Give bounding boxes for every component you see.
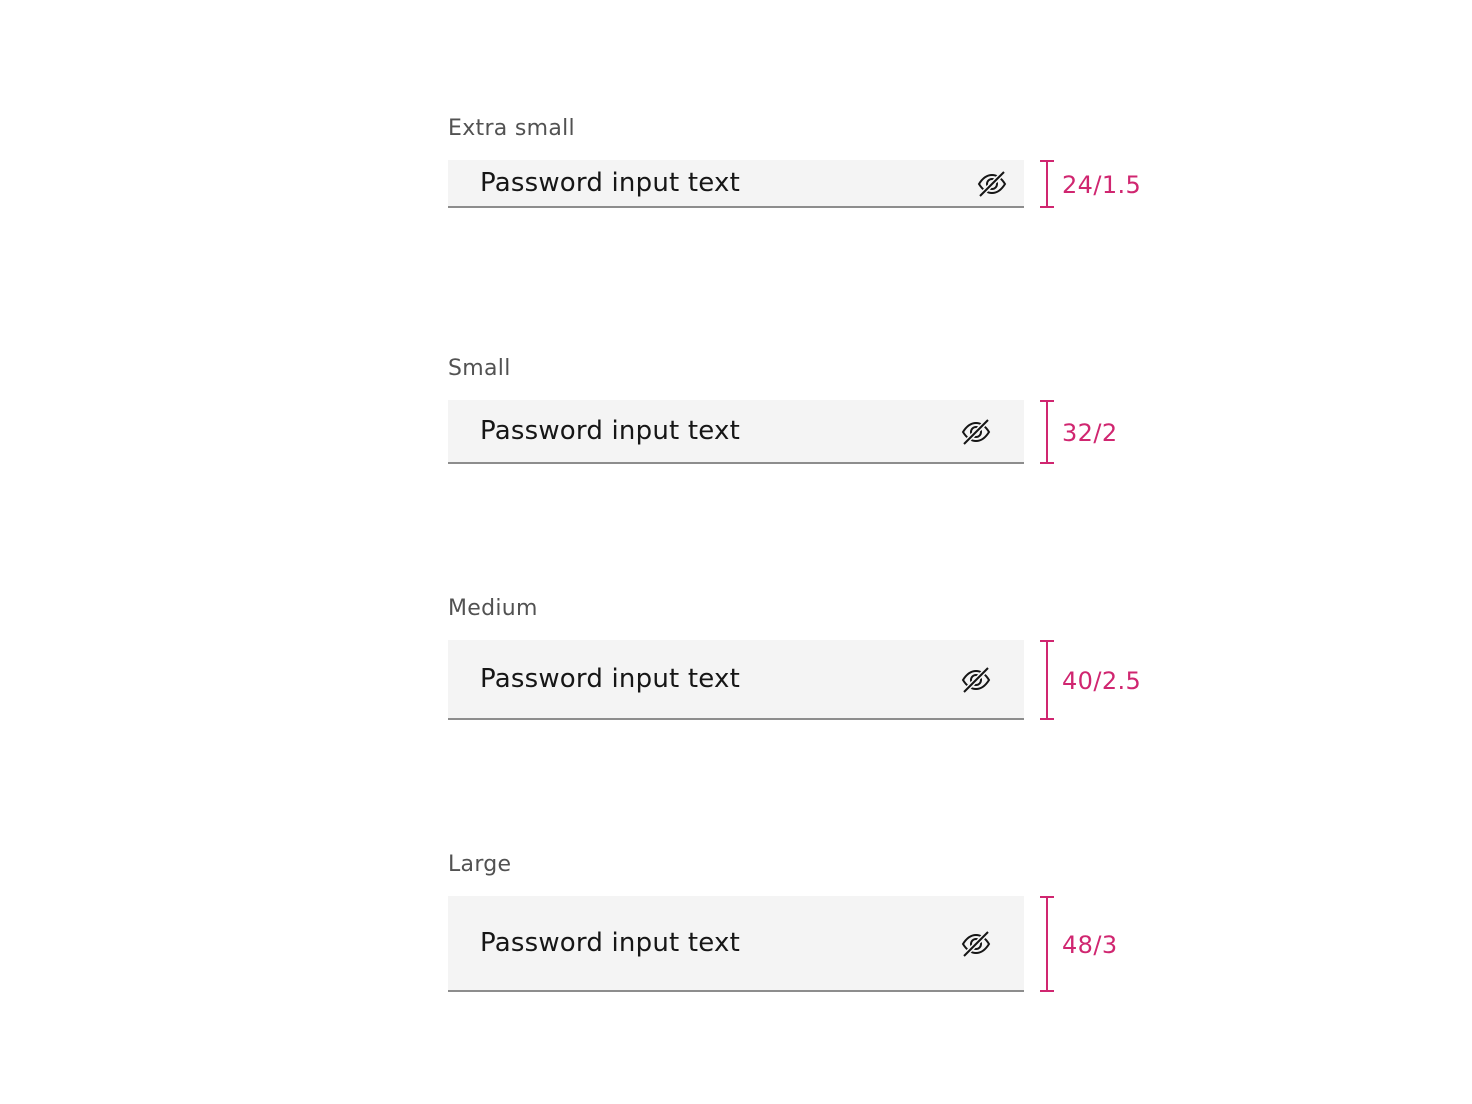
size-label-extra-small: Extra small: [448, 116, 575, 141]
size-label-large: Large: [448, 852, 512, 877]
password-input-value: Password input text: [480, 416, 740, 446]
spec-label-extra-small: 24/1.5: [1062, 171, 1142, 199]
spec-label-large: 48/3: [1062, 931, 1118, 959]
size-label-medium: Medium: [448, 596, 538, 621]
password-input-extra-small[interactable]: Password input text: [448, 160, 1024, 208]
eye-off-icon[interactable]: [960, 664, 992, 696]
password-input-large[interactable]: Password input text: [448, 896, 1024, 992]
spec-label-medium: 40/2.5: [1062, 667, 1142, 695]
password-input-sizes-spec: Extra small Password input text 24/1.5 S…: [0, 0, 1472, 1104]
password-input-value: Password input text: [480, 664, 740, 694]
height-measure-medium: [1040, 640, 1054, 720]
height-measure-small: [1040, 400, 1054, 464]
eye-off-icon[interactable]: [960, 928, 992, 960]
eye-off-icon[interactable]: [960, 416, 992, 448]
password-input-value: Password input text: [480, 168, 740, 198]
size-label-small: Small: [448, 356, 511, 381]
spec-label-small: 32/2: [1062, 419, 1118, 447]
password-input-value: Password input text: [480, 928, 740, 958]
eye-off-icon[interactable]: [976, 168, 1008, 200]
password-input-small[interactable]: Password input text: [448, 400, 1024, 464]
password-input-medium[interactable]: Password input text: [448, 640, 1024, 720]
height-measure-large: [1040, 896, 1054, 992]
height-measure-extra-small: [1040, 160, 1054, 208]
